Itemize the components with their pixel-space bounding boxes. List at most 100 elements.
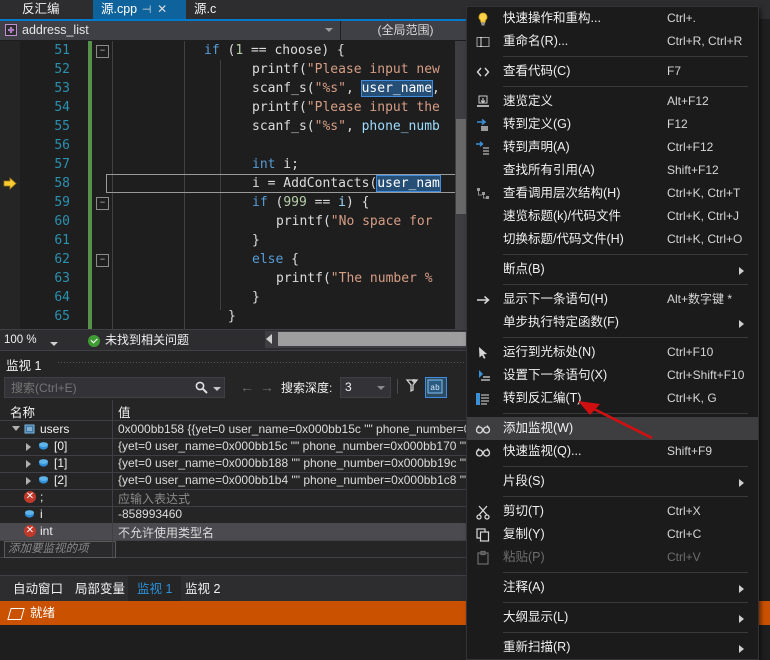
add-watch-input[interactable]: 添加要监视的项 — [4, 541, 116, 558]
tab-watch-2[interactable]: 监视 2 — [176, 576, 229, 602]
change-indicator-bar — [88, 41, 92, 329]
watch-value[interactable]: 0x000bb158 {{yet=0 user_name=0x000bb15c … — [118, 422, 466, 436]
menu-item-peek-header[interactable]: 速览标题(k)/代码文件 Ctrl+K, Ctrl+J — [467, 205, 758, 228]
tab-locals[interactable]: 局部变量 — [66, 576, 134, 602]
menu-item-peek-definition[interactable]: 速览定义 Alt+F12 — [467, 90, 758, 113]
menu-item-run-to-cursor[interactable]: 运行到光标处(N) Ctrl+F10 — [467, 341, 758, 364]
menu-item-shortcut: Alt+数字键 * — [667, 292, 733, 306]
menu-item-copy[interactable]: 复制(Y) Ctrl+C — [467, 523, 758, 546]
menu-item-show-next-statement[interactable]: 显示下一条语句(H) Alt+数字键 * — [467, 288, 758, 311]
expander-open-icon[interactable] — [12, 426, 20, 431]
watch-value[interactable]: 应输入表达式 — [118, 490, 466, 507]
tab-watch-1[interactable]: 监视 1 — [128, 576, 182, 602]
menu-item-rename[interactable]: 重命名(R)... Ctrl+R, Ctrl+R — [467, 30, 758, 53]
menu-item-cut[interactable]: 剪切(T) Ctrl+X — [467, 500, 758, 523]
watch-value[interactable]: {yet=0 user_name=0x000bb1b4 "" phone_num… — [118, 473, 466, 487]
watch-value[interactable]: 不允许使用类型名 — [118, 524, 466, 541]
line-number: 59 — [54, 195, 70, 210]
watch-value[interactable]: {yet=0 user_name=0x000bb188 "" phone_num… — [118, 456, 466, 470]
tab-source-c[interactable]: 源.c — [186, 0, 254, 19]
menu-item-shortcut: F7 — [667, 64, 682, 78]
menu-item-quick-watch[interactable]: 快速监视(Q)... Shift+F9 — [467, 440, 758, 463]
column-header-value[interactable]: 值 — [118, 402, 131, 421]
search-input[interactable] — [9, 378, 178, 399]
watch-value[interactable]: -858993460 — [118, 507, 466, 521]
watch-name: [2] — [54, 473, 68, 487]
table-row[interactable]: [0] {yet=0 user_name=0x000bb15c "" phone… — [0, 438, 470, 456]
expander-closed-icon[interactable] — [26, 443, 31, 451]
search-box[interactable] — [4, 377, 225, 399]
submenu-arrow-icon — [739, 585, 744, 593]
menu-item-step-into-specific[interactable]: 单步执行特定函数(F) — [467, 311, 758, 334]
menu-item-comment[interactable]: 注释(A) — [467, 576, 758, 599]
menu-item-goto-definition[interactable]: 转到定义(G) F12 — [467, 113, 758, 136]
row-divider — [112, 540, 113, 557]
table-row[interactable]: ✕ ; 应输入表达式 — [0, 489, 470, 507]
table-row[interactable]: [1] {yet=0 user_name=0x000bb188 "" phone… — [0, 455, 470, 473]
menu-item-shortcut: Ctrl+C — [667, 527, 702, 541]
menu-item-shortcut: Ctrl+F10 — [667, 345, 714, 359]
close-icon[interactable]: ✕ — [156, 0, 168, 19]
menu-item-goto-declaration[interactable]: 转到声明(A) Ctrl+F12 — [467, 136, 758, 159]
menu-item-view-code[interactable]: 查看代码(C) F7 — [467, 60, 758, 83]
menu-item-breakpoint[interactable]: 断点(B) — [467, 258, 758, 281]
menu-item-find-all-references[interactable]: 查找所有引用(A) Shift+F12 — [467, 159, 758, 182]
add-watch-placeholder: 添加要监视的项 — [8, 543, 89, 555]
scope-dropdown[interactable]: address_list — [0, 21, 341, 40]
watch-name: int — [40, 524, 53, 538]
filter-pin-icon[interactable] — [403, 377, 423, 396]
expander-closed-icon[interactable] — [26, 460, 31, 468]
menu-item-snippet[interactable]: 片段(S) — [467, 470, 758, 493]
menu-item-quick-actions[interactable]: 快速操作和重构... Ctrl+. — [467, 7, 758, 30]
menu-item-outlining[interactable]: 大纲显示(L) — [467, 606, 758, 629]
table-row[interactable]: i -858993460 — [0, 506, 470, 524]
tab-autos[interactable]: 自动窗口 — [4, 576, 72, 602]
step-into-specific-icon — [475, 315, 491, 331]
search-icon[interactable] — [195, 381, 208, 394]
expander-closed-icon[interactable] — [26, 477, 31, 485]
search-depth-dropdown[interactable]: 3 — [340, 377, 391, 398]
column-divider[interactable] — [112, 400, 113, 420]
editor-context-menu[interactable]: 快速操作和重构... Ctrl+. 重命名(R)... Ctrl+R, Ctrl… — [466, 6, 759, 660]
zoom-level-label: 100 % — [4, 334, 37, 346]
cut-icon — [476, 505, 490, 520]
menu-separator — [503, 86, 748, 87]
watch-add-row[interactable]: 添加要监视的项 — [0, 540, 470, 558]
hex-display-icon[interactable]: ab — [425, 377, 447, 398]
chevron-down-icon[interactable] — [325, 28, 333, 32]
menu-item-add-watch[interactable]: 添加监视(W) — [467, 417, 758, 440]
toolbar-separator — [397, 379, 398, 394]
chevron-down-icon[interactable] — [377, 386, 385, 390]
table-row[interactable]: [2] {yet=0 user_name=0x000bb1b4 "" phone… — [0, 472, 470, 490]
search-depth-value: 3 — [345, 380, 352, 394]
watch-toolbar: ← → 搜索深度: 3 ab — [0, 374, 470, 400]
arrow-left-icon[interactable]: ← — [240, 380, 254, 394]
editor-horizontal-scroll-thumb[interactable] — [278, 332, 470, 346]
tab-disassembly[interactable]: 反汇编 — [14, 0, 102, 19]
menu-item-shortcut: Ctrl+V — [667, 550, 701, 564]
table-row[interactable]: ✕ int 不允许使用类型名 — [0, 523, 470, 541]
panel-title-rule — [58, 362, 466, 363]
pin-icon[interactable]: ⊣ — [141, 1, 153, 20]
menu-item-rescan[interactable]: 重新扫描(R) — [467, 636, 758, 659]
zoom-level-dropdown[interactable]: 100 % — [4, 333, 60, 348]
code-line-59: if (999 == i) { — [252, 195, 370, 210]
arrow-right-icon[interactable]: → — [260, 380, 274, 394]
menu-item-toggle-header[interactable]: 切换标题/代码文件(H) Ctrl+K, Ctrl+O — [467, 228, 758, 251]
chevron-down-icon[interactable] — [213, 387, 221, 391]
outlining-icon — [475, 610, 491, 626]
member-dropdown[interactable]: (全局范围) — [341, 21, 470, 40]
chevron-down-icon[interactable] — [50, 342, 58, 346]
menu-item-label: 重新扫描(R) — [503, 640, 571, 654]
menu-item-label: 查看代码(C) — [503, 64, 571, 78]
watch-value[interactable]: {yet=0 user_name=0x000bb15c "" phone_num… — [118, 439, 466, 453]
code-editor[interactable]: 51 52 53 54 55 56 57 58 59 60 61 62 63 6… — [0, 41, 470, 329]
scroll-left-icon[interactable] — [266, 334, 272, 344]
menu-item-set-next-statement[interactable]: 设置下一条语句(X) Ctrl+Shift+F10 — [467, 364, 758, 387]
menu-item-label: 添加监视(W) — [503, 421, 574, 435]
menu-item-goto-disassembly[interactable]: 转到反汇编(T) Ctrl+K, G — [467, 387, 758, 410]
menu-item-call-hierarchy[interactable]: 查看调用层次结构(H) Ctrl+K, Ctrl+T — [467, 182, 758, 205]
menu-item-shortcut: Ctrl+X — [667, 504, 701, 518]
column-header-name[interactable]: 名称 — [10, 402, 35, 421]
table-row[interactable]: users 0x000bb158 {{yet=0 user_name=0x000… — [0, 421, 470, 439]
